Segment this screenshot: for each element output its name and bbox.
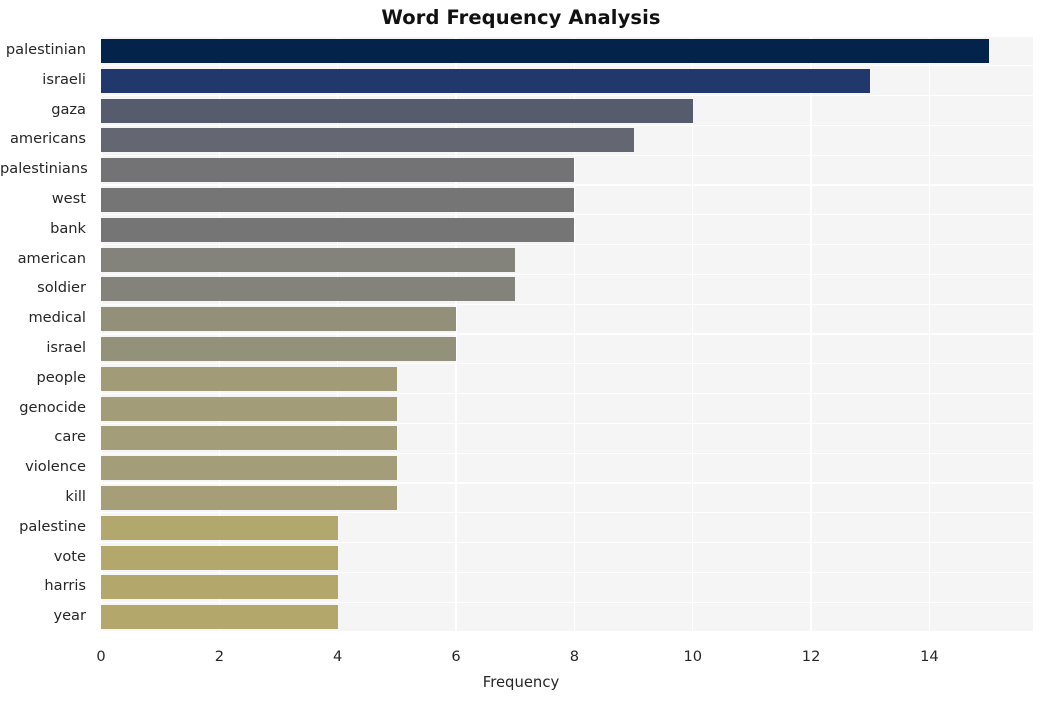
- x-tick-label-4: 4: [333, 648, 343, 665]
- x-tick-label-14: 14: [920, 648, 939, 665]
- x-tick-label-2: 2: [214, 648, 224, 665]
- word-frequency-chart-figure: Word Frequency Analysis palestinian israe…: [0, 0, 1042, 701]
- x-tick-label-12: 12: [801, 648, 821, 665]
- x-tick-label-0: 0: [96, 648, 106, 665]
- x-axis-title: Frequency: [482, 674, 560, 691]
- x-tick-label-6: 6: [451, 648, 461, 665]
- x-tick-label-8: 8: [569, 648, 580, 665]
- x-tick-label-10: 10: [683, 648, 703, 665]
- x-axis-tick-labels: 0 2 4 6 8 10 12 14: [0, 0, 1042, 701]
